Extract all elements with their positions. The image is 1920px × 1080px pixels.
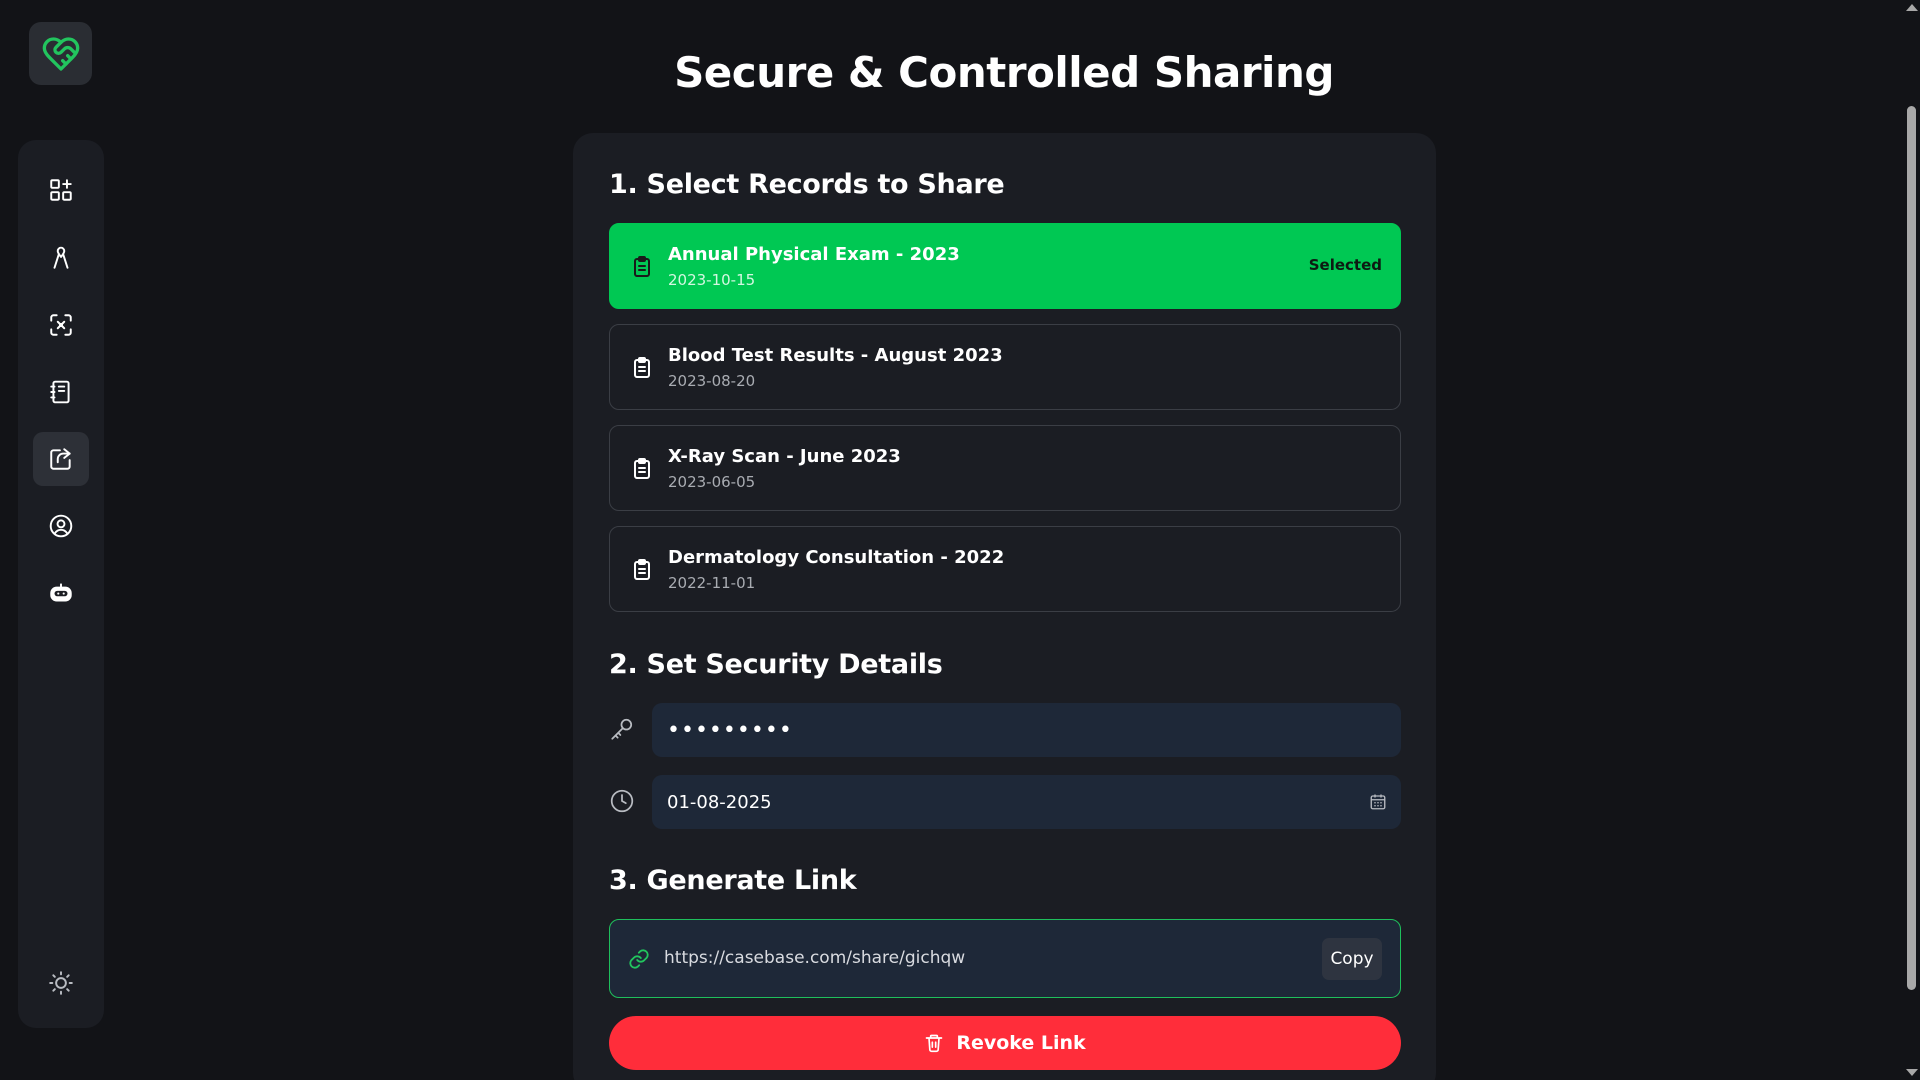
share-link-url[interactable]: https://casebase.com/share/gichqw xyxy=(664,948,965,968)
record-date: 2023-06-05 xyxy=(668,473,756,491)
expiry-date-field[interactable]: 01-08-2025 xyxy=(652,775,1401,829)
dashboard-grid-icon xyxy=(50,179,72,201)
theme-toggle[interactable] xyxy=(33,956,89,1010)
sidebar-item-dashboard[interactable] xyxy=(33,163,89,217)
record-name: Dermatology Consultation - 2022 xyxy=(668,547,1005,568)
calendar-icon[interactable] xyxy=(1369,793,1387,811)
sun-icon xyxy=(49,971,73,995)
robot-icon xyxy=(50,583,72,602)
page-scrollbar[interactable] xyxy=(1902,0,1920,1080)
notebook-icon xyxy=(50,380,70,404)
copy-button[interactable]: Copy xyxy=(1322,938,1382,980)
scroll-up-arrow-icon[interactable] xyxy=(1906,4,1918,11)
record-date: 2023-10-15 xyxy=(668,271,756,289)
record-item-xray[interactable]: X-Ray Scan - June 2023 2023-06-05 xyxy=(609,425,1401,511)
sidebar-item-share[interactable] xyxy=(33,432,89,486)
expiry-date-value: 01-08-2025 xyxy=(667,791,772,813)
section-title-select: 1. Select Records to Share xyxy=(609,169,1005,200)
section-title-security: 2. Set Security Details xyxy=(609,649,943,680)
share-link-box: https://casebase.com/share/gichqw Copy xyxy=(609,919,1401,998)
clipboard-icon xyxy=(634,256,650,277)
sidebar-item-notebook[interactable] xyxy=(33,365,89,419)
revoke-link-button[interactable]: Revoke Link xyxy=(609,1016,1401,1070)
password-field[interactable] xyxy=(652,703,1401,757)
record-item-blood-test[interactable]: Blood Test Results - August 2023 2023-08… xyxy=(609,324,1401,410)
clipboard-icon xyxy=(634,458,650,479)
share-icon xyxy=(50,448,71,470)
sidebar-item-ribbon[interactable] xyxy=(33,231,89,285)
clipboard-icon xyxy=(634,357,650,378)
record-name: X-Ray Scan - June 2023 xyxy=(668,446,901,467)
sidebar-item-scan[interactable] xyxy=(33,298,89,352)
record-date: 2022-11-01 xyxy=(668,574,756,592)
selected-badge: Selected xyxy=(1308,256,1382,274)
record-date: 2023-08-20 xyxy=(668,372,756,390)
link-icon xyxy=(629,949,649,969)
app-root: Secure & Controlled Sharing 1. Select Re… xyxy=(0,0,1920,1080)
ribbon-icon xyxy=(53,246,69,269)
scroll-down-arrow-icon[interactable] xyxy=(1906,1069,1918,1076)
sidebar-item-profile[interactable] xyxy=(33,499,89,553)
user-circle-icon xyxy=(49,514,73,538)
sidebar xyxy=(18,140,104,1028)
key-icon xyxy=(611,718,633,740)
revoke-link-label: Revoke Link xyxy=(956,1032,1086,1054)
page-title: Secure & Controlled Sharing xyxy=(674,48,1334,97)
trash-icon xyxy=(925,1034,943,1053)
record-name: Blood Test Results - August 2023 xyxy=(668,345,1003,366)
section-title-generate: 3. Generate Link xyxy=(609,865,857,896)
clipboard-icon xyxy=(634,559,650,580)
record-item-dermatology[interactable]: Dermatology Consultation - 2022 2022-11-… xyxy=(609,526,1401,612)
record-name: Annual Physical Exam - 2023 xyxy=(668,244,960,265)
sharing-card: 1. Select Records to Share Annual Physic… xyxy=(573,133,1436,1080)
scroll-thumb[interactable] xyxy=(1907,106,1916,990)
scan-focus-icon xyxy=(50,314,72,336)
sidebar-item-assistant[interactable] xyxy=(33,566,89,620)
record-item-annual-physical[interactable]: Annual Physical Exam - 2023 2023-10-15 S… xyxy=(609,223,1401,309)
clock-icon xyxy=(610,789,634,813)
